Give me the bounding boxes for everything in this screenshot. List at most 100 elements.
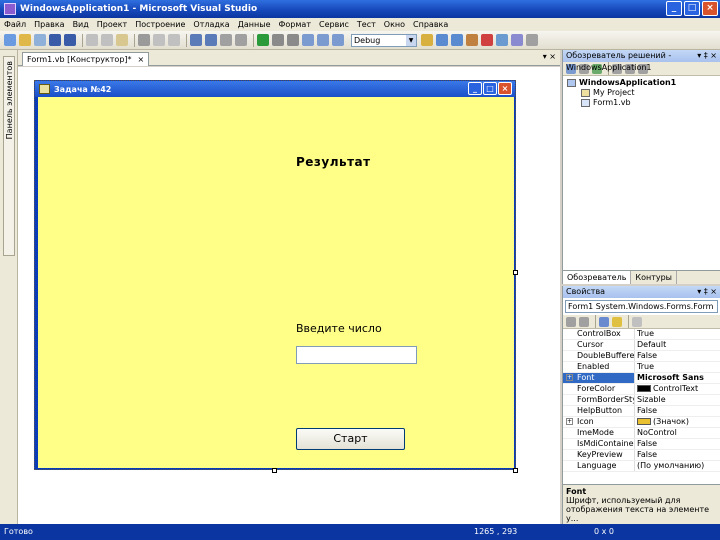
find-in-files-icon[interactable] bbox=[421, 34, 433, 46]
tab-class-view[interactable]: Контуры bbox=[631, 271, 677, 284]
close-button[interactable]: × bbox=[702, 1, 718, 16]
form-titlebar[interactable]: Задача №42 _ □ × bbox=[35, 81, 515, 97]
new-project-icon[interactable] bbox=[4, 34, 16, 46]
toolbar-options-icon[interactable] bbox=[526, 34, 538, 46]
tab-form1-designer[interactable]: Form1.vb [Конструктор]* × bbox=[22, 52, 150, 66]
step-into-icon[interactable] bbox=[302, 34, 314, 46]
status-bar: Готово 1265 , 293 0 x 0 bbox=[0, 524, 720, 540]
pause-icon[interactable] bbox=[272, 34, 284, 46]
property-row[interactable]: DoubleBuffered False bbox=[563, 351, 720, 362]
menu-test[interactable]: Тест bbox=[357, 20, 376, 29]
property-row[interactable]: ImeMode NoControl bbox=[563, 428, 720, 439]
stop-icon[interactable] bbox=[287, 34, 299, 46]
add-item-icon[interactable] bbox=[34, 34, 46, 46]
toolbox-icon[interactable] bbox=[481, 34, 493, 46]
menu-file[interactable]: Файл bbox=[4, 20, 26, 29]
property-row[interactable]: Enabled True bbox=[563, 362, 720, 373]
menu-bar: Файл Правка Вид Проект Построение Отладк… bbox=[0, 18, 720, 31]
menu-debug[interactable]: Отладка bbox=[193, 20, 229, 29]
property-row[interactable]: ControlBox True bbox=[563, 329, 720, 340]
properties-view-icon[interactable] bbox=[599, 316, 609, 327]
document-tab-strip: Form1.vb [Конструктор]* × ▾ × bbox=[18, 50, 560, 66]
chevron-down-icon[interactable]: ▼ bbox=[406, 34, 416, 46]
form-client-area[interactable]: Результат Введите число Старт bbox=[38, 97, 514, 468]
menu-view[interactable]: Вид bbox=[73, 20, 89, 29]
solution-explorer-icon[interactable] bbox=[436, 34, 448, 46]
redo-icon[interactable] bbox=[205, 34, 217, 46]
navigate-back-icon[interactable] bbox=[220, 34, 232, 46]
configuration-combo[interactable]: Debug ▼ bbox=[351, 33, 417, 47]
menu-window[interactable]: Окно bbox=[384, 20, 405, 29]
step-over-icon[interactable] bbox=[317, 34, 329, 46]
paste-icon[interactable] bbox=[116, 34, 128, 46]
menu-build[interactable]: Построение bbox=[135, 20, 185, 29]
property-row[interactable]: Language (По умолчанию) bbox=[563, 461, 720, 472]
save-all-icon[interactable] bbox=[64, 34, 76, 46]
comment-icon[interactable] bbox=[153, 34, 165, 46]
window-title: WindowsApplication1 - Microsoft Visual S… bbox=[20, 4, 258, 14]
property-row[interactable]: FormBorderStyleSizable bbox=[563, 395, 720, 406]
resize-handle-right[interactable] bbox=[513, 270, 518, 275]
pane-controls[interactable]: ▾ ‡ × bbox=[697, 50, 717, 62]
object-selector[interactable]: Form1 System.Windows.Forms.Form bbox=[565, 300, 718, 313]
resize-handle-corner[interactable] bbox=[513, 468, 518, 473]
expand-icon[interactable]: + bbox=[566, 374, 573, 381]
close-tab-icon[interactable]: × bbox=[138, 53, 145, 66]
properties-window-icon[interactable] bbox=[451, 34, 463, 46]
alphabetical-icon[interactable] bbox=[579, 316, 589, 327]
toolbox-strip: Панель элементов bbox=[0, 50, 18, 524]
tree-item[interactable]: Form1.vb bbox=[567, 98, 716, 108]
property-grid: ControlBox True Cursor Default DoubleBuffe… bbox=[563, 329, 720, 472]
result-label[interactable]: Результат bbox=[296, 155, 371, 169]
property-row[interactable]: Cursor Default bbox=[563, 340, 720, 351]
resize-handle-bottom[interactable] bbox=[272, 468, 277, 473]
properties-header: Свойства ▾ ‡ × bbox=[563, 286, 720, 298]
solution-tree: WindowsApplication1 My Project Form1.vb bbox=[563, 76, 720, 110]
menu-edit[interactable]: Правка bbox=[34, 20, 64, 29]
start-debug-icon[interactable] bbox=[257, 34, 269, 46]
start-page-icon[interactable] bbox=[496, 34, 508, 46]
property-row[interactable]: HelpButton False bbox=[563, 406, 720, 417]
start-button[interactable]: Старт bbox=[296, 428, 405, 450]
menu-project[interactable]: Проект bbox=[97, 20, 127, 29]
object-browser-icon[interactable] bbox=[466, 34, 478, 46]
menu-tools[interactable]: Сервис bbox=[319, 20, 349, 29]
project-icon bbox=[567, 79, 576, 87]
menu-help[interactable]: Справка bbox=[413, 20, 448, 29]
document-pane-controls[interactable]: ▾ × bbox=[543, 52, 556, 61]
tree-item[interactable]: My Project bbox=[567, 88, 716, 98]
document-outline-icon[interactable] bbox=[511, 34, 523, 46]
copy-icon[interactable] bbox=[101, 34, 113, 46]
form-close-button: × bbox=[498, 82, 512, 95]
save-icon[interactable] bbox=[49, 34, 61, 46]
designed-form[interactable]: Задача №42 _ □ × Результат Введите число… bbox=[34, 80, 516, 470]
undo-icon[interactable] bbox=[190, 34, 202, 46]
enter-number-label[interactable]: Введите число bbox=[296, 322, 382, 335]
property-row[interactable]: IsMdiContainer False bbox=[563, 439, 720, 450]
categorized-icon[interactable] bbox=[566, 316, 576, 327]
uncomment-icon[interactable] bbox=[168, 34, 180, 46]
open-folder-icon[interactable] bbox=[19, 34, 31, 46]
minimize-button[interactable]: _ bbox=[666, 1, 682, 16]
menu-data[interactable]: Данные bbox=[238, 20, 271, 29]
property-row-font[interactable]: + Font Microsoft Sans bbox=[563, 373, 720, 384]
property-description: Font Шрифт, используемый для отображения… bbox=[563, 484, 720, 524]
expand-icon[interactable]: + bbox=[566, 418, 573, 425]
number-input[interactable] bbox=[296, 346, 417, 364]
pane-controls[interactable]: ▾ ‡ × bbox=[697, 286, 717, 298]
find-icon[interactable] bbox=[138, 34, 150, 46]
tab-solution-explorer[interactable]: Обозреватель bbox=[563, 271, 632, 284]
maximize-button[interactable]: □ bbox=[684, 1, 700, 16]
navigate-forward-icon[interactable] bbox=[235, 34, 247, 46]
property-row[interactable]: ForeColor ControlText bbox=[563, 384, 720, 395]
events-icon[interactable] bbox=[612, 316, 622, 327]
toolbox-tab[interactable]: Панель элементов bbox=[3, 56, 15, 256]
standard-toolbar: Debug ▼ bbox=[0, 31, 720, 50]
step-out-icon[interactable] bbox=[332, 34, 344, 46]
property-pages-icon[interactable] bbox=[632, 316, 642, 327]
menu-format[interactable]: Формат bbox=[279, 20, 311, 29]
tree-item[interactable]: WindowsApplication1 bbox=[567, 78, 716, 88]
property-row[interactable]: + Icon (Значок) bbox=[563, 417, 720, 428]
property-row[interactable]: KeyPreview False bbox=[563, 450, 720, 461]
cut-icon[interactable] bbox=[86, 34, 98, 46]
